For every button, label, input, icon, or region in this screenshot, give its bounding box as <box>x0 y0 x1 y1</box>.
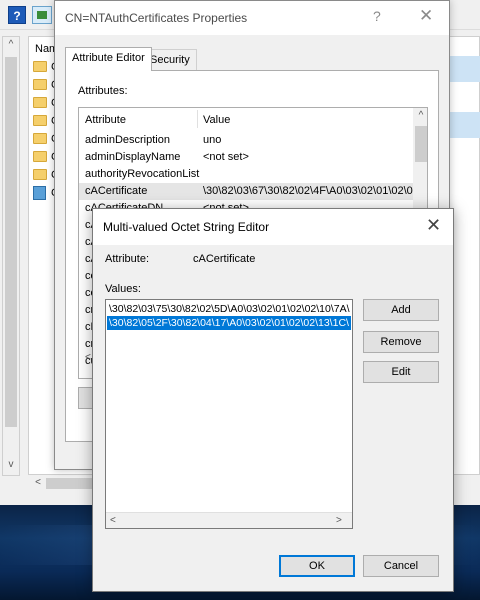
folder-icon <box>33 151 47 162</box>
folder-icon <box>33 61 47 72</box>
console-icon[interactable] <box>32 6 52 24</box>
attributes-header: Attribute Value <box>79 108 415 130</box>
table-row[interactable]: authorityRevocationList <box>79 166 413 183</box>
folder-icon <box>33 115 47 126</box>
cancel-button[interactable]: Cancel <box>363 555 439 577</box>
help-icon[interactable]: ? <box>373 8 381 24</box>
table-row[interactable]: adminDescription uno <box>79 132 413 149</box>
table-row-selected[interactable]: cACertificate \30\82\03\67\30\82\02\4F\A0… <box>79 183 415 200</box>
scroll-right-icon[interactable]: > <box>336 515 342 526</box>
tree-vertical-scrollbar[interactable]: ^ v <box>2 36 20 476</box>
scroll-up-icon[interactable]: ^ <box>413 110 427 121</box>
folder-icon <box>33 169 47 180</box>
remove-button[interactable]: Remove <box>363 331 439 353</box>
column-header-attribute[interactable]: Attribute <box>85 114 126 126</box>
list-item[interactable]: \30\82\03\75\30\82\02\5D\A0\03\02\01\02\… <box>107 302 351 316</box>
attribute-value: cACertificate <box>193 253 256 265</box>
values-horizontal-scrollbar[interactable]: < > <box>106 512 352 528</box>
dialog-title: Multi-valued Octet String Editor <box>103 220 270 234</box>
container-icon <box>33 186 46 200</box>
column-divider[interactable] <box>197 110 198 128</box>
scroll-up-icon[interactable]: ^ <box>3 39 19 50</box>
column-header-value[interactable]: Value <box>203 114 230 126</box>
attributes-label: Attributes: <box>78 85 128 97</box>
scroll-left-icon[interactable]: < <box>85 352 91 363</box>
scroll-thumb[interactable] <box>5 57 17 427</box>
attribute-label: Attribute: <box>105 253 150 265</box>
dialog-title: CN=NTAuthCertificates Properties <box>65 11 248 25</box>
close-icon[interactable]: ✕ <box>419 6 433 26</box>
dialog-titlebar: CN=NTAuthCertificates Properties ? ✕ <box>55 1 449 35</box>
close-icon[interactable]: ✕ <box>426 215 441 236</box>
values-label: Values: <box>105 283 141 295</box>
help-icon[interactable]: ? <box>8 6 26 24</box>
values-list[interactable]: \30\82\03\75\30\82\02\5D\A0\03\02\01\02\… <box>105 299 353 529</box>
folder-icon <box>33 79 47 90</box>
dialog-titlebar: Multi-valued Octet String Editor ✕ <box>93 209 453 245</box>
folder-icon <box>33 133 47 144</box>
add-button[interactable]: Add <box>363 299 439 321</box>
scroll-thumb[interactable] <box>415 126 427 162</box>
ok-button[interactable]: OK <box>279 555 355 577</box>
tab-attribute-editor[interactable]: Attribute Editor <box>65 47 152 71</box>
table-row[interactable]: adminDisplayName <not set> <box>79 149 413 166</box>
scroll-left-icon[interactable]: < <box>110 515 116 526</box>
multi-valued-editor-dialog: Multi-valued Octet String Editor ✕ Attri… <box>92 208 454 592</box>
edit-button[interactable]: Edit <box>363 361 439 383</box>
folder-icon <box>33 97 47 108</box>
scroll-left-icon[interactable]: < <box>30 477 46 488</box>
scroll-down-icon[interactable]: v <box>3 459 19 470</box>
list-item-selected[interactable]: \30\82\05\2F\30\82\04\17\A0\03\02\01\02\… <box>107 316 351 330</box>
